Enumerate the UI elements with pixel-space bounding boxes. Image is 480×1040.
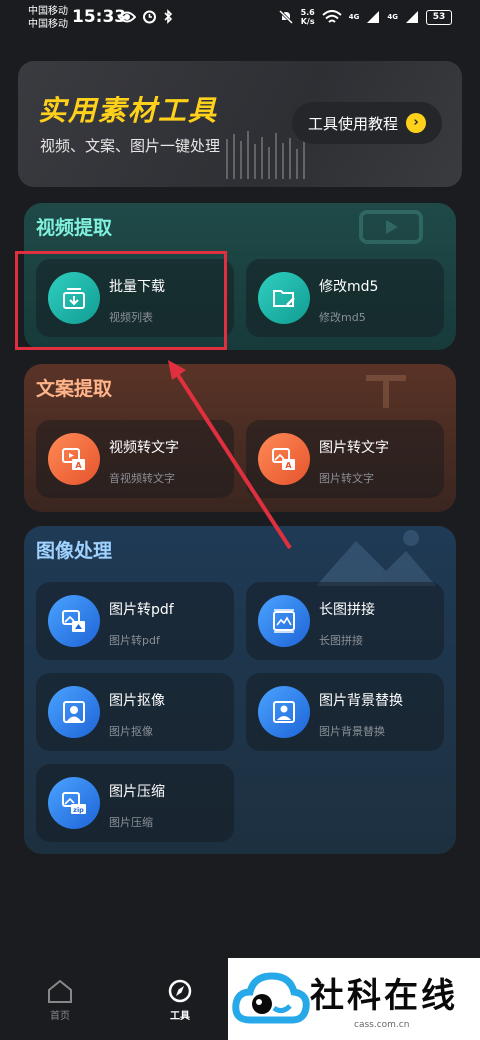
nav-home[interactable]: 首页 — [30, 978, 90, 1022]
card-subtitle: 图片抠像 — [109, 725, 153, 738]
home-icon — [48, 979, 72, 1003]
compass-icon — [168, 979, 192, 1003]
tutorial-button-label: 工具使用教程 — [307, 114, 398, 133]
banner-title: 实用素材工具 — [38, 94, 219, 127]
signal-2-icon — [406, 11, 418, 23]
image-decoration-icon — [316, 530, 436, 586]
status-icons-left — [118, 9, 173, 24]
card-subtitle: 图片转pdf — [109, 634, 160, 647]
card-video-to-text[interactable]: A 视频转文字 音视频转文字 — [36, 420, 234, 498]
net-speed-value: 5.6 — [300, 8, 315, 17]
bluetooth-icon — [164, 9, 173, 24]
wifi-icon — [322, 9, 342, 23]
card-image-to-pdf[interactable]: 图片转pdf 图片转pdf — [36, 582, 234, 660]
status-bar: 中国移动 中国移动 15:33 5.6 K/s 4G 4G 53 — [0, 0, 480, 40]
card-subtitle: 图片背景替换 — [319, 725, 385, 738]
image-to-pdf-icon — [48, 595, 100, 647]
section-text-extract: 文案提取 A 视频转文字 音视频转文字 A 图片转文字 图片转文字 — [24, 364, 456, 512]
battery-indicator: 53 — [426, 9, 452, 25]
alarm-icon — [143, 10, 156, 24]
image-cutout-icon — [48, 686, 100, 738]
card-image-compress[interactable]: zip 图片压缩 图片压缩 — [36, 764, 234, 842]
card-image-cutout[interactable]: 图片抠像 图片抠像 — [36, 673, 234, 751]
net-speed: 5.6 K/s — [301, 8, 315, 26]
svg-text:zip: zip — [73, 806, 84, 814]
text-decoration-icon — [366, 375, 406, 408]
card-subtitle: 图片压缩 — [109, 816, 153, 829]
card-title: 视频转文字 — [109, 440, 179, 456]
nav-tools[interactable]: 工具 — [150, 978, 210, 1022]
tutorial-button[interactable]: 工具使用教程 › — [292, 102, 442, 144]
section-title: 图像处理 — [36, 540, 113, 562]
card-title: 图片转文字 — [319, 440, 389, 456]
card-subtitle: 修改md5 — [319, 311, 366, 324]
watermark-url: cass.com.cn — [354, 1020, 410, 1030]
section-title: 文案提取 — [36, 378, 113, 400]
section-image-processing: 图像处理 图片转pdf 图片转pdf 长图拼接 长图拼接 图片抠像 图片抠像 图… — [24, 526, 456, 854]
card-title: 修改md5 — [319, 279, 379, 295]
carrier-info: 中国移动 中国移动 — [28, 5, 68, 31]
nav-tools-label: 工具 — [170, 1011, 190, 1022]
card-subtitle: 音视频转文字 — [109, 472, 175, 485]
background-replace-icon — [258, 686, 310, 738]
card-background-replace[interactable]: 图片背景替换 图片背景替换 — [246, 673, 444, 751]
signal-2-label: 4G — [387, 13, 398, 21]
highlight-box — [15, 251, 227, 350]
cloud-logo-icon — [232, 972, 310, 1024]
folder-edit-icon — [258, 272, 310, 324]
card-subtitle: 长图拼接 — [319, 634, 363, 647]
watermark: 社科在线 cass.com.cn — [228, 958, 480, 1040]
image-compress-icon: zip — [48, 777, 100, 829]
banner-subtitle: 视频、文案、图片一键处理 — [40, 137, 221, 155]
card-title: 图片抠像 — [109, 693, 165, 709]
chevron-right-icon: › — [406, 113, 426, 133]
nav-home-label: 首页 — [50, 1011, 70, 1022]
svg-text:A: A — [285, 461, 292, 470]
card-modify-md5[interactable]: 修改md5 修改md5 — [246, 259, 444, 337]
section-title: 视频提取 — [36, 217, 113, 239]
carrier-1: 中国移动 — [28, 6, 68, 17]
card-long-image-stitch[interactable]: 长图拼接 长图拼接 — [246, 582, 444, 660]
video-to-text-icon: A — [48, 433, 100, 485]
status-icons-right: 5.6 K/s 4G 4G 53 — [278, 8, 452, 26]
mute-bell-icon — [278, 9, 293, 25]
tools-banner: 实用素材工具 视频、文案、图片一键处理 工具使用教程 › — [18, 61, 462, 187]
long-image-stitch-icon — [258, 595, 310, 647]
card-subtitle: 图片转文字 — [319, 472, 374, 485]
card-image-to-text[interactable]: A 图片转文字 图片转文字 — [246, 420, 444, 498]
eye-icon — [118, 11, 136, 22]
card-title: 长图拼接 — [319, 602, 375, 618]
net-speed-unit: K/s — [300, 17, 315, 26]
card-title: 图片压缩 — [109, 784, 165, 800]
signal-1-label: 4G — [348, 13, 360, 21]
watermark-text: 社科在线 — [310, 976, 458, 1016]
signal-1-icon — [367, 11, 380, 23]
video-decoration-icon — [359, 210, 423, 244]
card-title: 图片背景替换 — [319, 693, 403, 709]
card-title: 图片转pdf — [109, 602, 174, 618]
carrier-2: 中国移动 — [28, 19, 68, 30]
image-to-text-icon: A — [258, 433, 310, 485]
svg-text:A: A — [75, 461, 82, 470]
